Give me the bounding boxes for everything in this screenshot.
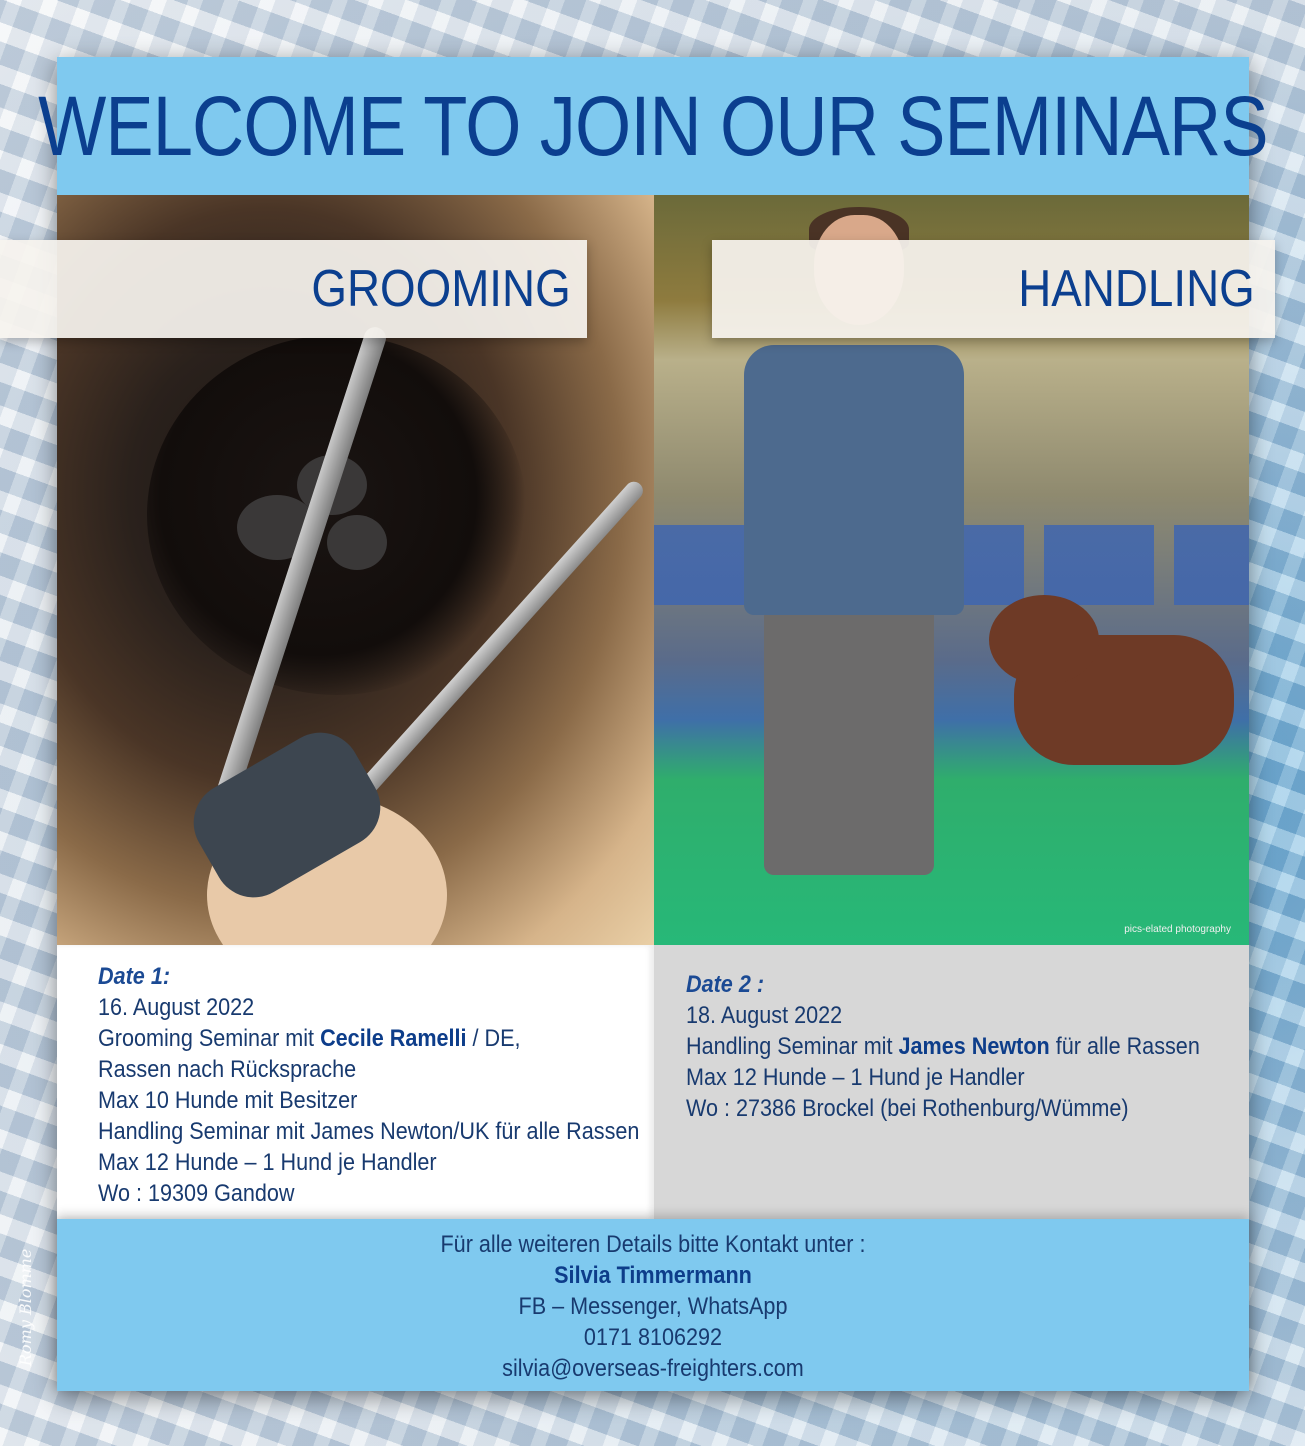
contact-intro: Für alle weiteren Details bitte Kontakt … xyxy=(440,1231,866,1258)
paw-pad xyxy=(327,515,387,570)
contact-footer: Für alle weiteren Details bitte Kontakt … xyxy=(57,1219,1249,1391)
dog-paw-illustration xyxy=(147,335,527,695)
seminar-1-line-3: Max 10 Hunde mit Besitzer xyxy=(98,1087,358,1114)
photo-credit: pics-elated photography xyxy=(1124,924,1231,935)
handling-tag-label: HANDLING xyxy=(1018,260,1255,318)
handler-legs xyxy=(764,605,934,875)
handler-jacket xyxy=(744,345,964,615)
seminar-2-line-1-prefix: Handling Seminar mit xyxy=(686,1033,899,1060)
seminar-poster: WELCOME TO JOIN OUR SEMINARS pics-elated… xyxy=(0,57,1275,1391)
seminar-2-date: 18. August 2022 xyxy=(686,1002,843,1029)
grooming-tag-label: GROOMING xyxy=(311,260,571,318)
contact-channels: FB – Messenger, WhatsApp xyxy=(518,1293,788,1320)
seminar-1-instructor: Cecile Ramelli xyxy=(320,1025,467,1052)
seminar-1-line-5: Max 12 Hunde – 1 Hund je Handler xyxy=(98,1149,437,1176)
seminar-2-line-1: Handling Seminar mit James Newton für al… xyxy=(686,1031,1200,1062)
seminar-2-instructor: James Newton xyxy=(898,1033,1050,1060)
grooming-tag: GROOMING xyxy=(0,240,587,338)
seminar-1-line-2: Rassen nach Rücksprache xyxy=(98,1056,357,1083)
seminar-1-details: Date 1: 16. August 2022 Grooming Seminar… xyxy=(57,945,654,1219)
seminar-1-line-1-suffix: / DE, xyxy=(466,1025,521,1052)
seminar-1-date: 16. August 2022 xyxy=(98,994,255,1021)
header-banner: WELCOME TO JOIN OUR SEMINARS xyxy=(38,57,1269,195)
seminar-1-line-4: Handling Seminar mit James Newton/UK für… xyxy=(98,1118,640,1145)
dog-head xyxy=(989,595,1099,685)
seminar-1-date-label: Date 1: xyxy=(98,963,171,990)
contact-email[interactable]: silvia@overseas-freighters.com xyxy=(117,1353,1190,1384)
handling-tag: HANDLING xyxy=(712,240,1275,338)
seminar-2-line-2: Max 12 Hunde – 1 Hund je Handler xyxy=(686,1064,1025,1091)
seminar-2-line-1-suffix: für alle Rassen xyxy=(1049,1033,1200,1060)
seminar-2-details: Date 2 : 18. August 2022 Handling Semina… xyxy=(654,945,1249,1219)
artist-signature: Romy Blomme xyxy=(16,1248,35,1366)
seminar-1-location: Wo : 19309 Gandow xyxy=(98,1180,295,1207)
contact-phone[interactable]: 0171 8106292 xyxy=(117,1322,1190,1353)
seminar-2-location: Wo : 27386 Brockel (bei Rothenburg/Wümme… xyxy=(686,1095,1129,1122)
page-title: WELCOME TO JOIN OUR SEMINARS xyxy=(38,78,1268,173)
seminar-1-line-1-prefix: Grooming Seminar mit xyxy=(98,1025,321,1052)
contact-name: Silvia Timmermann xyxy=(554,1262,752,1289)
seminar-2-date-label: Date 2 : xyxy=(686,971,765,998)
seminar-1-line-1: Grooming Seminar mit Cecile Ramelli / DE… xyxy=(98,1023,598,1054)
